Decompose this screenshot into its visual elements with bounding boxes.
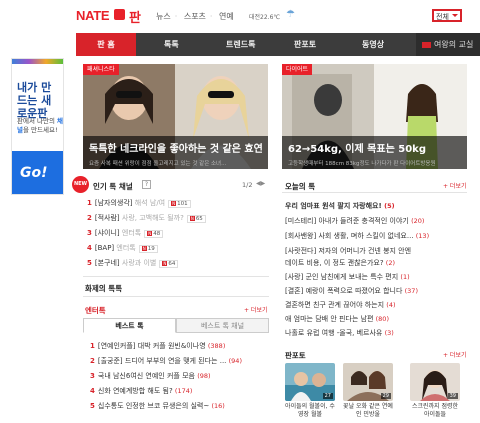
photo-thumb[interactable]: 29 bbox=[343, 363, 393, 401]
list-item[interactable]: 1 [연예인커플] 대박 커플 원빈&이나영 (388) bbox=[90, 341, 225, 351]
list-item[interactable]: 5 십수통도 인정한 브코 뮤생은의 실력~ (16) bbox=[90, 401, 225, 411]
photo-caption[interactable]: 스크린까지 점령한 아이돌들 bbox=[410, 403, 460, 419]
card-desc: 요즘 사복 패션 위랑이 점점 올고레지고 있는 것 같은 소녀... bbox=[89, 161, 227, 167]
list-item[interactable]: 데이트 비용, 이 정도 괜찮은가요? (2) bbox=[285, 258, 395, 268]
card-caption: 독특한 네크라인을 좋아하는 것 같은 효연 요즘 사복 패션 위랑이 점점 올… bbox=[83, 136, 268, 169]
featured-card-fashion[interactable]: 패셔니스타 독특한 네크라인을 좋아하는 것 같은 효연 요즘 사복 패션 위랑… bbox=[83, 64, 268, 169]
pan-logo[interactable]: 판 bbox=[129, 7, 141, 26]
banner-color-strip bbox=[12, 59, 63, 64]
main-nav: 판 홈 톡톡 트렌드톡 판포토 동영상 여왕의 교실 bbox=[76, 33, 480, 56]
list-item[interactable]: [결혼] 예랑이 폭력으로 따졌어요 합니다 (37) bbox=[285, 286, 418, 296]
banner-subtext: 판에서 나만의 채널을 만드세요! bbox=[17, 117, 63, 134]
banner-heading: 내가 만드는 새로운판 bbox=[17, 81, 52, 120]
nav-video[interactable]: 동영상 bbox=[362, 33, 384, 56]
photo-comment-count: 39 bbox=[447, 393, 458, 399]
entertalk-title[interactable]: 엔터톡 bbox=[85, 305, 106, 316]
topnav-entertainment[interactable]: 연예 bbox=[219, 12, 234, 21]
pager-arrow-icons[interactable]: ◀▶ bbox=[256, 180, 265, 187]
photo-comment-count: 27 bbox=[322, 393, 333, 399]
flag-icon bbox=[422, 41, 431, 48]
list-item[interactable]: [사랑] 군인 남친에게 보내는 특수 편지 (1) bbox=[285, 272, 410, 282]
channel-banner[interactable]: 내가 만드는 새로운판 판에서 나만의 채널을 만드세요! Go! bbox=[11, 58, 64, 195]
list-item[interactable]: 4[BAP] 엔터톡19 bbox=[87, 243, 158, 253]
card-title[interactable]: 독특한 네크라인을 좋아하는 것 같은 효연 bbox=[89, 140, 262, 155]
nav-queen-classroom-label: 여왕의 교실 bbox=[434, 40, 474, 49]
list-item[interactable]: 1[남자의생각] 해석 남/여101 bbox=[87, 198, 191, 208]
nav-panphoto[interactable]: 판포토 bbox=[294, 33, 316, 56]
list-item[interactable]: 결혼하면 친구 관계 끊어야 하는지 (4) bbox=[285, 300, 396, 310]
banner-go-button[interactable]: Go! bbox=[12, 151, 63, 194]
photo-comment-count: 29 bbox=[380, 393, 391, 399]
tab-best-talk-channel[interactable]: 베스트 톡 채널 bbox=[176, 318, 269, 333]
list-item[interactable]: 우리 엄마표 원석 팔지 자랑해요! (5) bbox=[285, 201, 395, 211]
photo-caption[interactable]: 꽃날 오화 같은 연예인 민방울 bbox=[343, 403, 393, 419]
list-item[interactable]: 나홀로 유럽 여행 -올국, 베르사유 (3) bbox=[285, 328, 394, 338]
list-item[interactable]: [회사밴왕] 사회 생활, 며하 스킬이 없네요... (13) bbox=[285, 231, 429, 241]
list-item[interactable]: 4 신화 연예계방합 해도 됨? (174) bbox=[90, 386, 192, 396]
topnav-sports[interactable]: 스포츠 bbox=[184, 12, 206, 21]
tab-best-talk[interactable]: 베스트 톡 bbox=[83, 318, 176, 333]
topnav-news[interactable]: 뉴스 bbox=[156, 12, 171, 21]
new-badge: NEW bbox=[72, 176, 89, 193]
card-caption: 62→54kg, 이제 목표는 50kg 고등학생때부터 188cm 83kg정… bbox=[282, 136, 467, 169]
list-item[interactable]: 5[본구네] 사랑과 이별64 bbox=[87, 258, 179, 268]
nav-pan-home[interactable]: 판 홈 bbox=[76, 33, 136, 56]
nav-trendtok[interactable]: 트렌드톡 bbox=[226, 33, 255, 56]
card-category-tag[interactable]: 패셔니스타 bbox=[83, 64, 119, 75]
list-item[interactable]: 2[적사람] 사랑, 고백해도 될까?65 bbox=[87, 213, 206, 223]
divider bbox=[282, 192, 467, 193]
photo-thumb[interactable]: 27 bbox=[285, 363, 335, 401]
channel-pager: 1/2 bbox=[242, 181, 253, 189]
card-category-tag[interactable]: 다이어트 bbox=[282, 64, 313, 75]
list-item[interactable]: [사랏전다] 저자의 어머니가 건넨 봉지 안엔 bbox=[285, 246, 411, 256]
nate-logo[interactable]: NATE bbox=[76, 8, 110, 23]
divider bbox=[83, 296, 269, 297]
weather-text[interactable]: 대전22.6℃ bbox=[249, 12, 280, 21]
top-nav: 뉴스 · 스포츠 · 연예 bbox=[156, 12, 234, 21]
photo-thumb[interactable]: 39 bbox=[410, 363, 460, 401]
help-icon[interactable]: ? bbox=[142, 180, 151, 189]
search-scope-select[interactable]: 전체 bbox=[432, 9, 462, 22]
popular-channel-title: 인기 톡 채널 bbox=[93, 182, 133, 191]
nav-toktok[interactable]: 톡톡 bbox=[164, 33, 179, 56]
photo-caption[interactable]: 아이들의 월볼이, 수영장 월볼 bbox=[285, 403, 335, 419]
nav-queen-classroom[interactable]: 여왕의 교실 bbox=[416, 33, 480, 56]
list-item[interactable]: 2 [출궁준] 드디어 부부의 연을 맺게 된다는 ... (94) bbox=[90, 356, 242, 366]
list-item[interactable]: [미스테리] 아내가 들려준 충격적인 이야기 (20) bbox=[285, 216, 424, 226]
panphoto-more-link[interactable]: + 더보기 bbox=[443, 350, 467, 359]
topic-title: 화제의 톡톡 bbox=[85, 284, 123, 293]
today-talk-title: 오늘의 톡 bbox=[285, 182, 316, 191]
list-item[interactable]: 3 국내 남신6여신 연예인 커플 모음 (98) bbox=[90, 371, 211, 381]
list-item[interactable]: 3[샤이니] 엔터톡48 bbox=[87, 228, 164, 238]
list-item[interactable]: 애 엄마는 담배 안 핀다는 남편 (80) bbox=[285, 314, 389, 324]
divider bbox=[83, 276, 269, 277]
umbrella-icon: ☂ bbox=[286, 9, 295, 20]
today-more-link[interactable]: + 더보기 bbox=[443, 181, 467, 190]
card-desc: 고등학생때부터 188cm 83kg정도 나가다가 판 다이어트방응원 bbox=[288, 161, 436, 167]
card-title[interactable]: 62→54kg, 이제 목표는 50kg bbox=[288, 140, 461, 155]
logo-badge-icon bbox=[114, 9, 125, 20]
entertalk-more-link[interactable]: + 더보기 bbox=[244, 305, 268, 314]
featured-card-diet[interactable]: 다이어트 62→54kg, 이제 목표는 50kg 고등학생때부터 188cm … bbox=[282, 64, 467, 169]
panphoto-title: 판포토 bbox=[285, 351, 306, 360]
